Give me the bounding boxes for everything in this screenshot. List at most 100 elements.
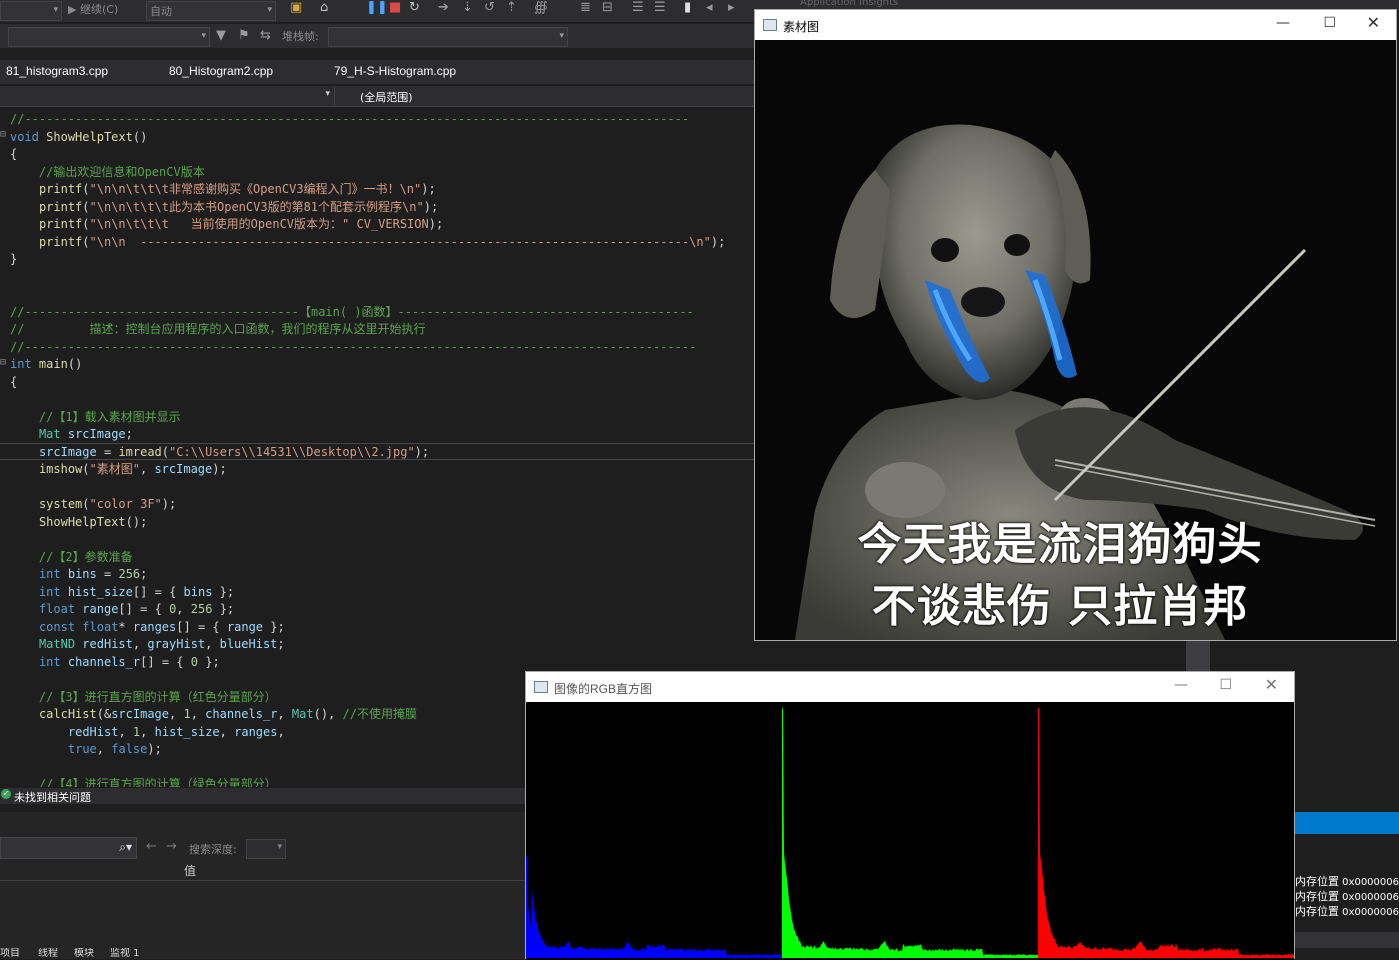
code-line[interactable]: float range[] = { 0, 256 }; <box>10 601 234 618</box>
code-line[interactable]: srcImage = imread("C:\\Users\\14531\\Des… <box>10 444 429 461</box>
close-icon[interactable]: ✕ <box>1265 675 1278 694</box>
histogram-window-titlebar[interactable]: 图像的RGB直方图 — ☐ ✕ <box>526 672 1294 702</box>
tab-modules[interactable]: 模块 <box>74 948 94 959</box>
green-histogram <box>782 706 1040 958</box>
code-line[interactable]: //【1】载入素材图并显示 <box>10 409 181 426</box>
fold-icon[interactable]: ⊟ <box>0 129 6 140</box>
code-line[interactable]: printf("\n\n ---------------------------… <box>10 234 725 251</box>
bookmark-prev-icon[interactable]: ◂ <box>706 0 713 16</box>
memory-row-label: 内存位置 <box>1295 890 1339 903</box>
flag-icon[interactable]: ⚑ <box>238 28 250 44</box>
image-window[interactable]: 素材图 — ☐ ✕ 今天我是流泪狗狗头 不谈悲伤 只拉肖邦 <box>754 9 1397 641</box>
hex-icon[interactable]: ∰ <box>534 0 548 16</box>
code-line[interactable]: void ShowHelpText() <box>10 129 147 146</box>
code-line[interactable]: calcHist(&srcImage, 1, channels_r, Mat()… <box>10 706 417 723</box>
step-back-icon[interactable]: ↺ <box>484 0 495 16</box>
image-window-titlebar[interactable]: 素材图 — ☐ ✕ <box>755 10 1396 40</box>
memory-row-label: 内存位置 <box>1295 905 1339 918</box>
scrollbar-fragment[interactable] <box>1186 640 1210 672</box>
pause-icon[interactable]: ❚❚ <box>366 0 388 16</box>
code-line[interactable]: //【2】参数准备 <box>10 549 133 566</box>
bookmark-icon[interactable]: ▮ <box>684 0 691 16</box>
minimize-icon[interactable]: — <box>1276 15 1290 31</box>
chevron-down-icon: ▾ <box>53 5 58 15</box>
step-over-icon[interactable]: ➔ <box>438 0 449 16</box>
maximize-icon[interactable]: ☐ <box>1219 677 1232 693</box>
code-line[interactable]: //--------------------------------------… <box>10 339 696 356</box>
tab-file-2[interactable]: 80_Histogram2.cpp <box>169 64 273 78</box>
code-line[interactable]: { <box>10 374 17 391</box>
forward-arrow-icon[interactable]: → <box>166 839 177 854</box>
chevron-down-icon: ▾ <box>267 5 272 15</box>
tab-file-1[interactable]: 81_histogram3.cpp <box>6 64 108 78</box>
memory-row[interactable]: 内存位置 0x0000006C <box>1295 873 1399 889</box>
code-line[interactable]: const float* ranges[] = { range }; <box>10 619 285 636</box>
code-line[interactable]: printf("\n\n\t\t\t非常感谢购买《OpenCV3编程入门》一书！… <box>10 181 436 198</box>
align-right-icon[interactable]: ☰ <box>654 0 666 16</box>
code-line[interactable]: //【4】进行直方图的计算（绿色分量部分） <box>10 776 277 787</box>
stop-icon[interactable]: ■ <box>389 0 401 16</box>
code-line[interactable]: //输出欢迎信息和OpenCV版本 <box>10 164 205 181</box>
tab-threads[interactable]: 线程 <box>38 948 58 959</box>
code-line[interactable]: true, false); <box>10 741 162 758</box>
align-left-icon[interactable]: ☰ <box>632 0 644 16</box>
code-line[interactable]: Mat srcImage; <box>10 426 133 443</box>
window-app-icon <box>763 19 777 31</box>
memory-row[interactable]: 内存位置 0x0000006C <box>1295 888 1399 904</box>
continue-button[interactable]: ▶ 继续(C) <box>68 2 118 18</box>
code-line[interactable]: //--------------------------------------… <box>10 111 689 128</box>
show-next-icon[interactable]: ⊟ <box>602 0 613 16</box>
code-line[interactable]: int channels_r[] = { 0 }; <box>10 654 220 671</box>
rgb-histogram <box>526 706 1294 958</box>
close-icon[interactable]: ✕ <box>1367 13 1380 32</box>
config-combo[interactable]: 自动 ▾ <box>146 1 276 21</box>
memory-row[interactable]: 内存位置 0x0000006C <box>1295 903 1399 919</box>
search-input[interactable]: ⌕▾ <box>0 837 137 859</box>
back-arrow-icon[interactable]: ← <box>146 839 157 854</box>
code-line[interactable]: imshow("素材图", srcImage); <box>10 461 227 478</box>
fold-icon[interactable]: ⊟ <box>0 357 6 368</box>
watch-header: 值 <box>0 858 525 881</box>
code-line[interactable]: //【3】进行直方图的计算（红色分量部分） <box>10 689 277 706</box>
tab-projects[interactable]: 项目 <box>0 948 20 959</box>
autos-panel: ⌕▾ ← → 搜索深度: ▾ 值 项目 线程 模块 监视 1 <box>0 812 525 959</box>
code-line[interactable]: redHist, 1, hist_size, ranges, <box>10 724 285 741</box>
code-line[interactable]: // 描述：控制台应用程序的入口函数，我们的程序从这里开始执行 <box>10 321 425 338</box>
step-into-icon[interactable]: ⇣ <box>462 0 473 16</box>
debug-toolbar: ▾ ▶ 继续(C) 自动 ▾ ▣ ⌂ ❚❚ ■ ↻ ➔ ⇣ ↺ ⇡ ∰ ≣ ⊟ … <box>0 0 760 22</box>
code-line[interactable]: int main() <box>10 356 82 373</box>
code-line[interactable]: int bins = 256; <box>10 566 147 583</box>
maximize-icon[interactable]: ☐ <box>1323 15 1336 31</box>
error-status-strip: ✓ 未找到相关问题 <box>0 788 525 804</box>
process-combo[interactable]: ▾ <box>0 1 62 21</box>
code-line[interactable]: printf("\n\n\t\t\t此为本书OpenCV3版的第81个配套示例程… <box>10 199 438 216</box>
file-tabs: 81_histogram3.cpp 80_Histogram2.cpp 79_H… <box>0 60 760 84</box>
config-value: 自动 <box>150 5 172 18</box>
code-line[interactable]: ShowHelpText(); <box>10 514 147 531</box>
restart-icon[interactable]: ↻ <box>409 0 420 16</box>
code-line[interactable]: printf("\n\n\t\t\t 当前使用的OpenCV版本为：" CV_V… <box>10 216 443 233</box>
search-depth-select[interactable]: ▾ <box>246 839 286 859</box>
code-line[interactable]: { <box>10 146 17 163</box>
thread-icon[interactable]: ≣ <box>580 0 591 16</box>
tab-watch[interactable]: 监视 1 <box>110 948 140 959</box>
find-icon[interactable]: ▣ <box>290 0 302 16</box>
code-line[interactable]: MatND redHist, grayHist, blueHist; <box>10 636 285 653</box>
expand-icon[interactable]: ⇆ <box>260 28 271 44</box>
location-toolbar: ▾ ▼ ⚑ ⇆ 堆栈帧: ▾ <box>0 24 760 48</box>
tab-file-3[interactable]: 79_H-S-Histogram.cpp <box>334 64 456 78</box>
thread-combo[interactable]: ▾ <box>8 27 210 47</box>
histogram-window[interactable]: 图像的RGB直方图 — ☐ ✕ <box>525 671 1295 960</box>
code-line[interactable]: int hist_size[] = { bins }; <box>10 584 234 601</box>
stack-frame-combo[interactable]: ▾ <box>328 27 568 47</box>
home-icon[interactable]: ⌂ <box>320 0 328 16</box>
project-dropdown[interactable]: ▾ <box>0 87 335 105</box>
filter-icon[interactable]: ▼ <box>216 28 226 44</box>
bookmark-next-icon[interactable]: ▸ <box>728 0 735 16</box>
step-out-icon[interactable]: ⇡ <box>506 0 517 16</box>
code-line[interactable]: //--------------------------------------… <box>10 304 694 321</box>
code-line[interactable]: system("color 3F"); <box>10 496 176 513</box>
code-line[interactable]: } <box>10 251 17 268</box>
minimize-icon[interactable]: — <box>1174 677 1188 693</box>
scope-dropdown[interactable]: (全局范围) <box>360 89 413 105</box>
